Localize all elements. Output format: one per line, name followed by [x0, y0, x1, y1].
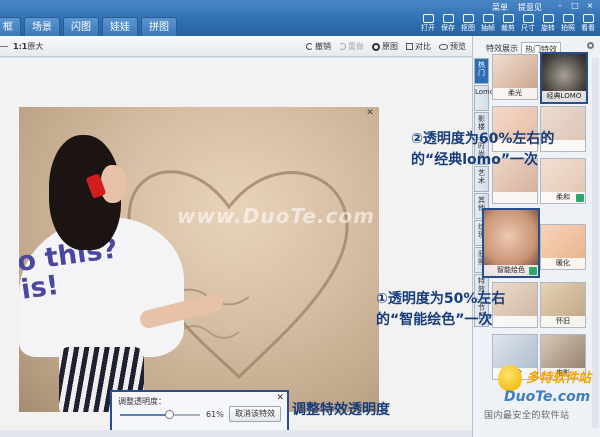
opacity-slider-thumb[interactable] — [164, 410, 174, 419]
edit-actions: 撤销 重做 原图 对比 预览 — [306, 41, 466, 52]
effect-thumb[interactable]: 柔和 — [540, 158, 586, 204]
resize-icon — [522, 14, 534, 23]
camera-button[interactable]: 拍照 — [558, 13, 578, 35]
tab-scene[interactable]: 场景 — [24, 17, 60, 36]
compare-icon — [406, 43, 413, 50]
save-icon — [442, 14, 454, 23]
undo-button[interactable]: 撤销 — [306, 41, 331, 52]
tab-doll[interactable]: 娃娃 — [102, 17, 138, 36]
check-icon — [529, 267, 537, 275]
check-icon — [576, 194, 584, 202]
opacity-title: 调整透明度： — [118, 397, 166, 406]
girl-face — [101, 165, 127, 203]
redo-button[interactable]: 重做 — [339, 41, 364, 52]
status-bar — [0, 430, 472, 437]
camera-icon — [562, 14, 574, 23]
category-tab[interactable]: 热门 — [474, 58, 489, 84]
effect-thumb-selected[interactable]: 智能绘色 — [482, 208, 540, 278]
opacity-value: 61% — [206, 410, 224, 419]
preview-icon — [439, 43, 448, 50]
effect-category-tabs: 热门 Lomo 影楼 时尚 艺术 其他 纹理 旧照 特效 节日 — [474, 58, 494, 328]
effect-thumb[interactable]: 怀旧 — [540, 282, 586, 328]
annotation-lomo-line1: ②透明度为60%左右的 — [411, 131, 555, 147]
minimize-button[interactable]: – — [554, 1, 566, 11]
frame-button[interactable]: 抽帧 — [478, 13, 498, 35]
category-tab[interactable]: 艺术 — [474, 166, 489, 192]
resize-button[interactable]: 尺寸 — [518, 13, 538, 35]
tab-flash[interactable]: 闪图 — [63, 17, 99, 36]
canvas-area[interactable]: o this? is! www.DuoTe.com ✕ — [0, 58, 472, 430]
view-button[interactable]: 看看 — [578, 13, 598, 35]
mode-tabs: 框 场景 闪图 娃娃 拼图 — [0, 17, 180, 36]
menu-links: 菜单 提意见 — [492, 2, 542, 13]
zoom-label[interactable]: 1:1原大 — [13, 41, 43, 52]
menu-link[interactable]: 菜单 — [492, 2, 508, 13]
maximize-button[interactable]: □ — [569, 1, 581, 11]
cancel-effect-button[interactable]: 取消该特效 — [229, 406, 281, 422]
opacity-panel: 调整透明度： ✕ 61% 取消该特效 — [110, 390, 289, 432]
crop-icon — [502, 14, 514, 23]
cutout-button[interactable]: 抠图 — [458, 13, 478, 35]
rotate-icon — [542, 14, 554, 23]
tab-frame[interactable]: 框 — [0, 17, 21, 36]
title-bar: 框 场景 闪图 娃娃 拼图 菜单 提意见 – □ × 打开 保存 抠图 抽帧 裁… — [0, 0, 600, 36]
open-button[interactable]: 打开 — [418, 13, 438, 35]
close-icon[interactable]: ✕ — [276, 393, 284, 403]
window-controls: – □ × — [554, 1, 596, 11]
crop-button[interactable]: 裁剪 — [498, 13, 518, 35]
watermark: www.DuoTe.com — [177, 204, 375, 228]
original-icon — [372, 42, 380, 51]
redo-icon — [339, 43, 346, 50]
action-bar: 1:1原大 撤销 重做 原图 对比 预览 — [0, 36, 472, 57]
cutout-icon — [462, 14, 474, 23]
effect-thumb[interactable]: 暖化 — [540, 224, 586, 270]
annotation-color-line2: 的“智能绘色”一次 — [376, 312, 493, 328]
tab-collage[interactable]: 拼图 — [141, 17, 177, 36]
feedback-link[interactable]: 提意见 — [518, 2, 542, 13]
zoom-slider[interactable] — [0, 46, 8, 47]
opacity-caption: 调整特效透明度 — [292, 402, 390, 418]
category-tab[interactable]: Lomo — [474, 85, 494, 111]
close-icon[interactable]: ✕ — [364, 107, 376, 119]
gear-icon[interactable] — [587, 42, 594, 49]
effect-thumb[interactable]: 柔光 — [492, 54, 538, 100]
compare-button[interactable]: 对比 — [406, 41, 431, 52]
original-button[interactable]: 原图 — [372, 41, 398, 52]
rotate-button[interactable]: 旋转 — [538, 13, 558, 35]
save-button[interactable]: 保存 — [438, 13, 458, 35]
undo-icon — [306, 43, 313, 50]
edited-photo[interactable]: o this? is! www.DuoTe.com — [19, 107, 379, 412]
duote-logo: 多特软件站 DuoTe.com 国内最安全的软件站 — [484, 363, 600, 437]
preview-button[interactable]: 预览 — [439, 41, 466, 52]
annotation-lomo-line2: 的“经典lomo”一次 — [411, 152, 539, 168]
annotation-color-line1: ①透明度为50%左右 — [376, 291, 506, 307]
effect-thumb-selected[interactable]: 经典LOMO — [540, 52, 588, 104]
view-icon — [582, 14, 594, 23]
opacity-slider[interactable] — [120, 410, 200, 419]
close-button[interactable]: × — [584, 1, 596, 11]
opacity-slider-fill — [120, 414, 169, 416]
frame-icon — [482, 14, 494, 23]
folder-icon — [422, 14, 434, 23]
toolbar: 打开 保存 抠图 抽帧 裁剪 尺寸 旋转 拍照 看看 — [418, 13, 598, 35]
mascot-icon — [498, 365, 522, 391]
